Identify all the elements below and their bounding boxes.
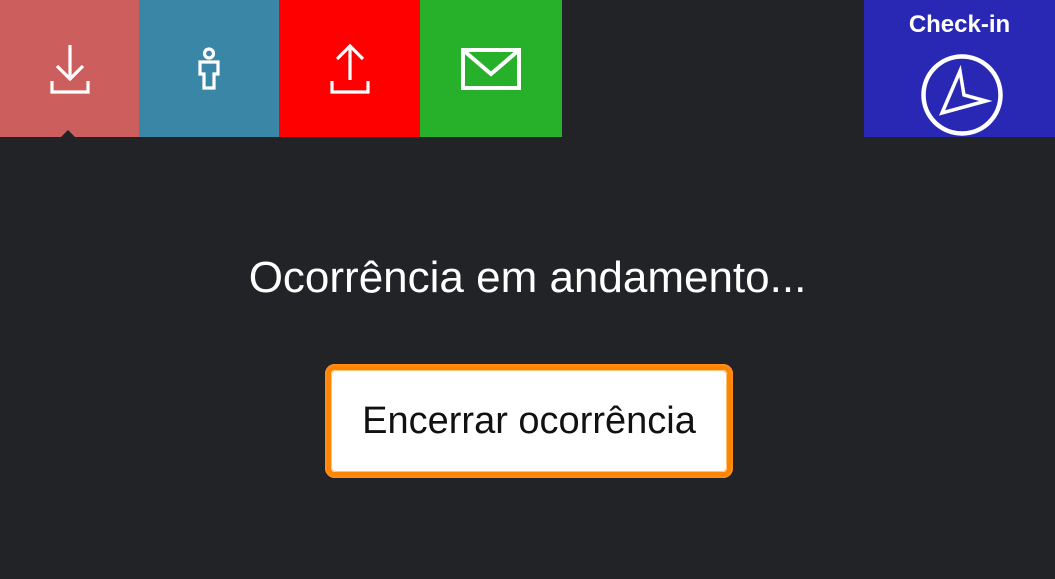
person-tile[interactable] [139,0,279,137]
download-tile[interactable] [0,0,139,137]
active-tab-indicator [61,130,75,137]
status-message: Ocorrência em andamento... [248,253,807,302]
mail-icon [461,47,521,90]
checkin-button[interactable]: Check-in [864,0,1055,137]
end-occurrence-button[interactable]: Encerrar ocorrência [325,364,733,478]
download-icon [49,44,90,94]
checkin-label: Check-in [908,11,1011,38]
end-occurrence-label: Encerrar ocorrência [362,399,696,442]
app-screen: Check-in Ocorrência em andamento... Ence… [0,0,1055,579]
upload-icon [329,43,370,94]
upload-tile[interactable] [279,0,420,137]
person-icon [198,46,220,90]
mail-tile[interactable] [420,0,562,137]
compass-arrow-icon [921,54,1003,136]
